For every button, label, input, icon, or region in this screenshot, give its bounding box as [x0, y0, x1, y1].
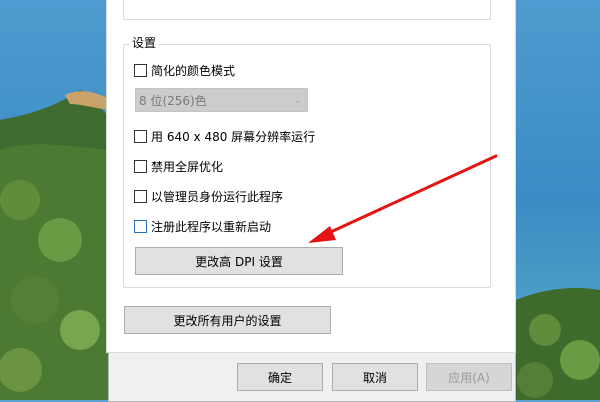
checkbox-box[interactable] — [134, 159, 147, 173]
reduced-color-mode-checkbox[interactable]: 简化的颜色模式 — [134, 62, 235, 78]
register-restart-label: 注册此程序以重新启动 — [151, 219, 272, 234]
settings-group-title: 设置 — [130, 36, 159, 50]
checkbox-box[interactable] — [134, 219, 147, 233]
run-as-admin-label: 以管理员身份运行此程序 — [151, 189, 284, 204]
chevron-down-icon: ⌄ — [292, 93, 302, 106]
change-settings-for-all-users-button[interactable]: 更改所有用户的设置 — [124, 306, 331, 334]
apply-button[interactable]: 应用(A) — [426, 363, 512, 391]
compatibility-mode-group — [123, 0, 491, 20]
checkbox-box[interactable] — [134, 129, 147, 143]
checkbox-box[interactable] — [134, 63, 147, 77]
checkbox-box[interactable] — [134, 189, 147, 203]
color-depth-select[interactable]: 8 位(256)色 ⌄ — [135, 88, 308, 112]
run-640x480-checkbox[interactable]: 用 640 x 480 屏幕分辨率运行 — [134, 128, 315, 144]
reduced-color-mode-label: 简化的颜色模式 — [151, 63, 236, 78]
change-high-dpi-settings-button[interactable]: 更改高 DPI 设置 — [135, 247, 343, 275]
run-640x480-label: 用 640 x 480 屏幕分辨率运行 — [151, 129, 316, 144]
color-depth-value: 8 位(256)色 — [139, 93, 207, 108]
disable-fullscreen-optimizations-checkbox[interactable]: 禁用全屏优化 — [134, 158, 223, 174]
ok-button[interactable]: 确定 — [237, 363, 323, 391]
run-as-admin-checkbox[interactable]: 以管理员身份运行此程序 — [134, 188, 283, 204]
register-restart-checkbox[interactable]: 注册此程序以重新启动 — [134, 218, 271, 234]
disable-fullscreen-optimizations-label: 禁用全屏优化 — [151, 159, 224, 174]
cancel-button[interactable]: 取消 — [332, 363, 418, 391]
